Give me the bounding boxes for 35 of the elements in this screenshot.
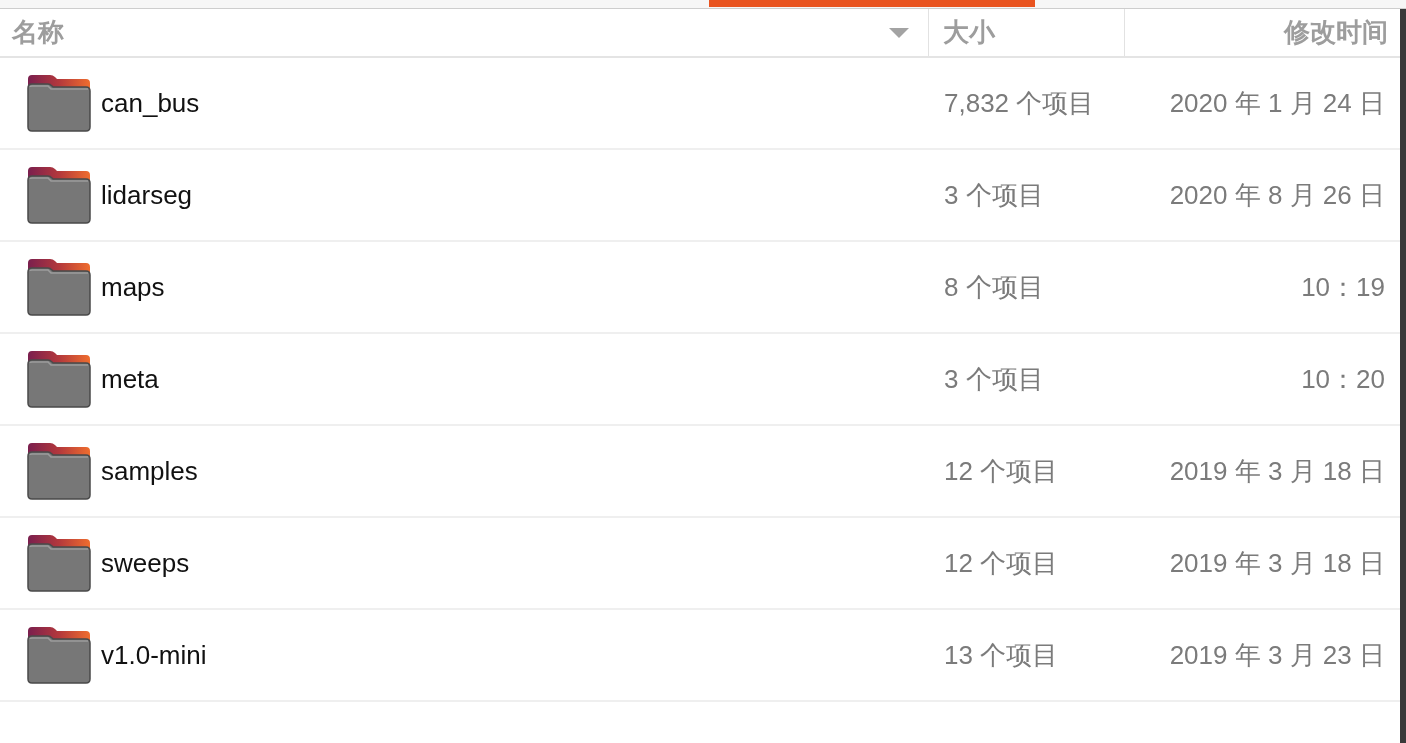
modified-date: 2020 年 8 月 26 日 bbox=[1169, 178, 1385, 212]
modified-date: 2019 年 3 月 18 日 bbox=[1169, 454, 1385, 488]
file-row[interactable]: lidarseg 3 个项目 2020 年 8 月 26 日 bbox=[0, 150, 1400, 242]
item-count: 12 个项目 bbox=[944, 454, 1059, 488]
file-row[interactable]: can_bus 7,832 个项目 2020 年 1 月 24 日 bbox=[0, 58, 1400, 150]
modified-date: 10：20 bbox=[1301, 362, 1385, 396]
folder-icon bbox=[27, 442, 91, 500]
file-name: can_bus bbox=[101, 86, 200, 120]
modified-date: 2019 年 3 月 23 日 bbox=[1169, 638, 1385, 672]
file-name: sweeps bbox=[101, 546, 190, 580]
file-name: meta bbox=[101, 362, 159, 396]
file-row[interactable]: maps 8 个项目 10：19 bbox=[0, 242, 1400, 334]
folder-icon bbox=[27, 350, 91, 408]
item-count: 12 个项目 bbox=[944, 546, 1059, 580]
file-name: samples bbox=[101, 454, 198, 488]
file-row[interactable]: samples 12 个项目 2019 年 3 月 18 日 bbox=[0, 426, 1400, 518]
folder-icon bbox=[27, 166, 91, 224]
file-name: lidarseg bbox=[101, 178, 193, 212]
folder-icon bbox=[27, 626, 91, 684]
item-count: 13 个项目 bbox=[944, 638, 1059, 672]
file-row[interactable]: v1.0-mini 13 个项目 2019 年 3 月 23 日 bbox=[0, 610, 1400, 702]
folder-icon bbox=[27, 74, 91, 132]
modified-date: 2019 年 3 月 18 日 bbox=[1169, 546, 1385, 580]
file-row[interactable]: sweeps 12 个项目 2019 年 3 月 18 日 bbox=[0, 518, 1400, 610]
file-name: maps bbox=[101, 270, 165, 304]
modified-date: 10：19 bbox=[1301, 270, 1385, 304]
file-row[interactable]: meta 3 个项目 10：20 bbox=[0, 334, 1400, 426]
modified-date: 2020 年 1 月 24 日 bbox=[1169, 86, 1385, 120]
folder-icon bbox=[27, 534, 91, 592]
folder-icon bbox=[27, 258, 91, 316]
file-name: v1.0-mini bbox=[101, 638, 207, 672]
item-count: 7,832 个项目 bbox=[944, 86, 1095, 120]
item-count: 3 个项目 bbox=[944, 362, 1044, 396]
item-count: 3 个项目 bbox=[944, 178, 1044, 212]
item-count: 8 个项目 bbox=[944, 270, 1044, 304]
